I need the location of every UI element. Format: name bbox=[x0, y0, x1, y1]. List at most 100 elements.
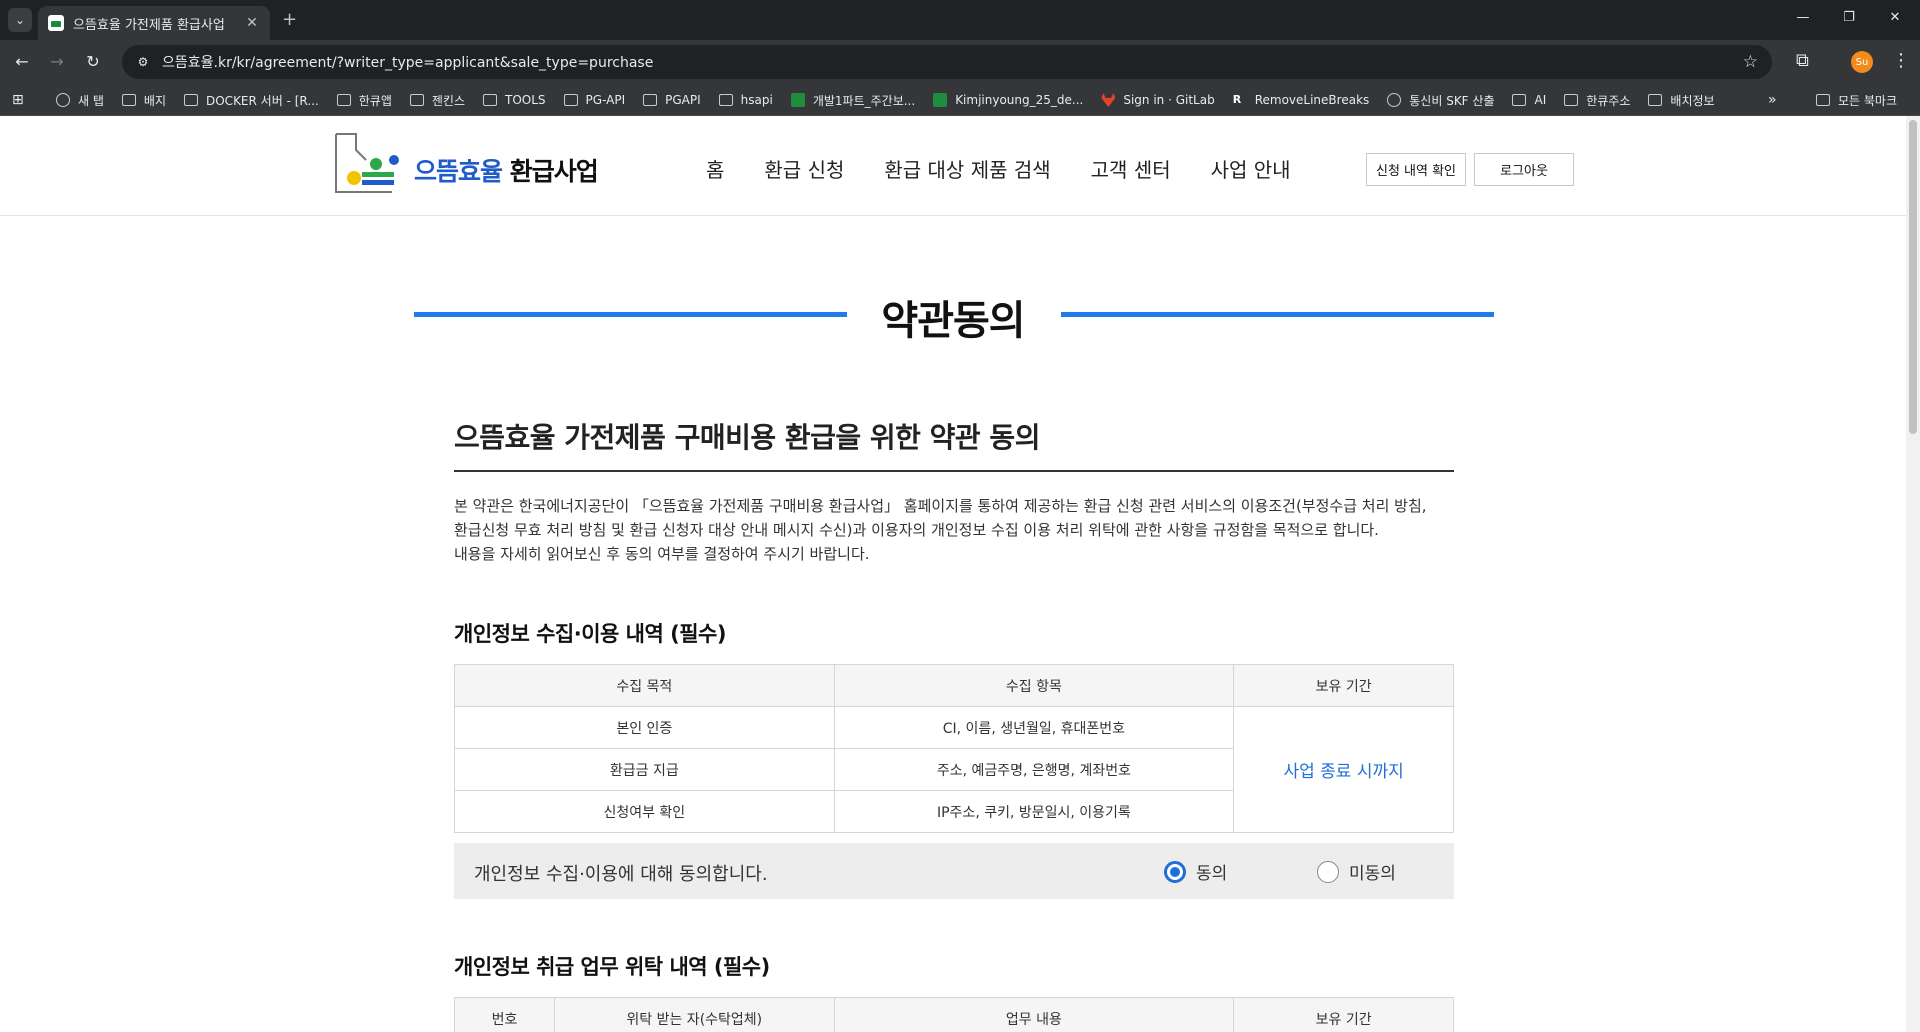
table-row: 본인 인증 CI, 이름, 생년월일, 휴대폰번호 사업 종료 시까지 bbox=[454, 706, 1454, 833]
col-header-retention: 보유 기간 bbox=[1233, 664, 1454, 707]
new-tab-icon[interactable]: + bbox=[282, 10, 297, 30]
outsourcing-section-title: 개인정보 취급 업무 위탁 내역 (필수) bbox=[454, 955, 770, 979]
folder-icon bbox=[563, 94, 578, 106]
bookmark-item[interactable]: 한큐주소 bbox=[1564, 92, 1630, 109]
apps-grid-icon[interactable]: ⊞ bbox=[12, 92, 24, 108]
folder-icon bbox=[1648, 94, 1663, 106]
folder-icon bbox=[1564, 94, 1579, 106]
globe-icon bbox=[1387, 93, 1402, 107]
agreement-subtitle: 으뜸효율 가전제품 구매비용 환급을 위한 약관 동의 bbox=[454, 416, 1454, 472]
reload-icon[interactable]: ↻ bbox=[83, 52, 103, 72]
tab-search-icon[interactable]: ⌄ bbox=[8, 8, 32, 32]
nav-home[interactable]: 홈 bbox=[706, 154, 724, 183]
bookmark-label: AI bbox=[1534, 93, 1547, 107]
disagree-radio[interactable]: 미동의 bbox=[1317, 859, 1396, 884]
close-tab-icon[interactable]: ✕ bbox=[244, 15, 260, 31]
nav-refund-apply[interactable]: 환급 신청 bbox=[764, 154, 844, 183]
bookmark-label: Sign in · GitLab bbox=[1123, 93, 1215, 107]
back-icon[interactable]: ← bbox=[12, 52, 32, 72]
profile-avatar[interactable]: Su bbox=[1851, 51, 1873, 73]
scrollbar-thumb[interactable] bbox=[1909, 120, 1917, 434]
nav-business-info[interactable]: 사업 안내 bbox=[1211, 154, 1291, 183]
bookmark-item[interactable]: 배치정보 bbox=[1648, 92, 1715, 109]
cell-retention: 사업 종료 시까지 bbox=[1233, 706, 1454, 833]
bookmark-item[interactable]: R RemoveLineBreaks bbox=[1233, 93, 1370, 107]
nav-customer-center[interactable]: 고객 센터 bbox=[1091, 154, 1171, 183]
bookmark-item[interactable]: TOOLS bbox=[483, 93, 546, 107]
forward-icon[interactable]: → bbox=[47, 52, 67, 72]
bookmark-label: 새 탭 bbox=[78, 93, 104, 108]
nav-product-search[interactable]: 환급 대상 제품 검색 bbox=[884, 154, 1050, 183]
bookmark-item[interactable]: 배지 bbox=[121, 92, 166, 109]
bookmark-label: PGAPI bbox=[665, 93, 701, 107]
bookmarks-bar: ⊞ 새 탭 배지 DOCKER 서버 - [R... 한큐앱 젠킨스 TOOLS PG-AP… bbox=[0, 84, 1920, 116]
r-icon: R bbox=[1232, 93, 1242, 106]
cell-items: IP주소, 쿠키, 방문일시, 이용기록 bbox=[833, 790, 1235, 833]
intro-line: 환급신청 무효 처리 방침 및 환급 신청자 대상 안내 메시지 수신)과 이용… bbox=[454, 521, 1379, 539]
bookmark-item[interactable]: 개발1파트_주간보... bbox=[790, 92, 915, 109]
globe-icon bbox=[56, 93, 70, 107]
bookmark-item[interactable]: 새 탭 bbox=[56, 92, 104, 109]
gitlab-icon bbox=[1101, 93, 1116, 107]
cell-purpose: 본인 인증 bbox=[454, 706, 835, 749]
minimize-icon[interactable]: — bbox=[1780, 10, 1826, 25]
outsourcing-table: 번호 위탁 받는 자(수탁업체) 업무 내용 보유 기간 bbox=[454, 997, 1454, 1032]
cell-items: 주소, 예금주명, 은행명, 계좌번호 bbox=[833, 748, 1235, 791]
cell-items: CI, 이름, 생년월일, 휴대폰번호 bbox=[833, 706, 1235, 749]
more-bookmarks-icon[interactable]: » bbox=[1768, 92, 1777, 108]
bookmark-label: TOOLS bbox=[505, 93, 546, 107]
history-check-button[interactable]: 신청 내역 확인 bbox=[1366, 153, 1466, 186]
bookmark-item[interactable]: Kimjinyoung_25_de... bbox=[933, 93, 1083, 107]
disagree-label[interactable]: 미동의 bbox=[1349, 859, 1396, 884]
browser-tab-bar: ⌄ 으뜸효율 가전제품 환급사업 ✕ + — ❐ ✕ bbox=[0, 0, 1920, 40]
folder-icon bbox=[718, 94, 733, 106]
bookmark-item[interactable]: 한큐앱 bbox=[336, 92, 392, 109]
bookmark-item[interactable]: 통신비 SKF 산출 bbox=[1387, 92, 1494, 109]
url-text[interactable]: 으뜸효율.kr/kr/agreement/?writer_type=applic… bbox=[162, 52, 653, 72]
bookmark-label: PG-API bbox=[585, 93, 626, 107]
brand-name[interactable]: 으뜸효율 환급사업 bbox=[414, 152, 599, 188]
page-viewport: 으뜸효율 환급사업 홈 환급 신청 환급 대상 제품 검색 고객 센터 사업 안… bbox=[0, 116, 1920, 1032]
agreement-intro: 본 약관은 한국에너지공단이 「으뜸효율 가전제품 구매비용 환급사업」 홈페이… bbox=[454, 494, 1454, 566]
site-favicon-icon bbox=[48, 15, 64, 31]
site-info-icon[interactable]: ⚙ bbox=[134, 53, 152, 71]
site-logo-icon[interactable] bbox=[332, 132, 404, 196]
bookmark-item[interactable]: DOCKER 서버 - [R... bbox=[184, 92, 319, 109]
col-header-items: 수집 항목 bbox=[833, 664, 1235, 707]
bookmark-label: 배지 bbox=[143, 93, 166, 108]
browser-tab-active[interactable]: 으뜸효율 가전제품 환급사업 ✕ bbox=[38, 6, 270, 40]
page-scrollbar[interactable] bbox=[1906, 116, 1920, 1032]
restore-icon[interactable]: ❐ bbox=[1826, 10, 1872, 25]
close-window-icon[interactable]: ✕ bbox=[1872, 10, 1918, 25]
bookmark-item[interactable]: PG-API bbox=[563, 93, 626, 107]
radio-unchecked-icon[interactable] bbox=[1317, 860, 1339, 883]
bookmark-label: 한큐앱 bbox=[358, 93, 392, 108]
logout-button[interactable]: 로그아웃 bbox=[1474, 153, 1574, 186]
bookmark-label: Kimjinyoung_25_de... bbox=[955, 93, 1084, 107]
folder-icon bbox=[409, 94, 424, 106]
bookmark-label: DOCKER 서버 - [R... bbox=[206, 93, 319, 108]
site-header: 으뜸효율 환급사업 홈 환급 신청 환급 대상 제품 검색 고객 센터 사업 안… bbox=[0, 116, 1906, 216]
bookmark-item[interactable]: Sign in · GitLab bbox=[1101, 93, 1215, 107]
sheets-icon bbox=[933, 93, 948, 107]
bookmark-star-icon[interactable]: ☆ bbox=[1743, 52, 1758, 72]
privacy-consent-box: 개인정보 수집·이용에 대해 동의합니다. 동의 미동의 bbox=[454, 843, 1454, 899]
agree-radio[interactable]: 동의 bbox=[1164, 859, 1227, 884]
extensions-icon[interactable]: ⧉ bbox=[1796, 50, 1809, 71]
folder-icon bbox=[121, 94, 136, 106]
bookmark-item[interactable]: 젠킨스 bbox=[409, 92, 465, 109]
bookmark-label: 배치정보 bbox=[1670, 93, 1715, 108]
browser-menu-icon[interactable]: ⋮ bbox=[1892, 50, 1910, 71]
col-header-number: 번호 bbox=[454, 997, 555, 1032]
bookmark-item[interactable]: hsapi bbox=[718, 93, 773, 107]
bookmark-label: hsapi bbox=[740, 93, 773, 107]
bookmark-label: 한큐주소 bbox=[1586, 93, 1631, 108]
bookmark-item[interactable]: PGAPI bbox=[643, 93, 701, 107]
bookmark-item[interactable]: AI bbox=[1512, 93, 1546, 107]
address-bar[interactable]: ⚙ 으뜸효율.kr/kr/agreement/?writer_type=appl… bbox=[122, 45, 1772, 79]
agree-label[interactable]: 동의 bbox=[1196, 859, 1227, 884]
cell-purpose: 신청여부 확인 bbox=[454, 790, 835, 833]
radio-checked-icon[interactable] bbox=[1164, 860, 1186, 883]
intro-line: 본 약관은 한국에너지공단이 「으뜸효율 가전제품 구매비용 환급사업」 홈페이… bbox=[454, 497, 1427, 515]
all-bookmarks[interactable]: 모든 북마크 bbox=[1816, 84, 1897, 116]
